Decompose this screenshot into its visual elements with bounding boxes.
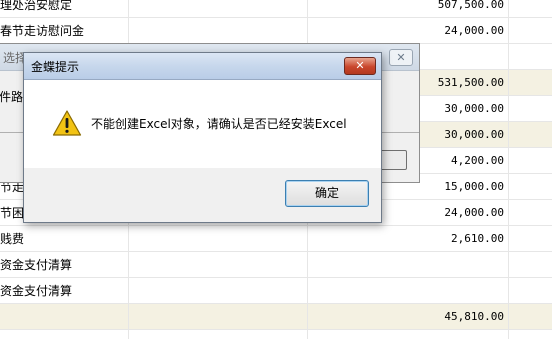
row-amount-cell: 531,500.00: [437, 76, 504, 89]
row-name-cell: 资金支付清算: [0, 284, 73, 298]
row-name-cell: 资金支付清算: [0, 258, 73, 272]
row-amount-cell: 4,200.00: [451, 154, 504, 167]
background-dialog-close-button[interactable]: ✕: [389, 49, 413, 66]
close-button[interactable]: ✕: [344, 57, 376, 75]
row-amount-cell: 30,000.00: [444, 102, 504, 115]
row-name-cell: 理处治安慰定: [0, 0, 73, 12]
message-dialog: 金蝶提示 ✕ 不能创建Excel对象，请确认是否已经安装Excel 确定: [23, 52, 382, 223]
table-row[interactable]: 资金支付清算: [0, 252, 552, 278]
grid-column-divider: [508, 0, 509, 339]
dialog-title: 金蝶提示: [31, 60, 80, 74]
row-amount-cell: 30,000.00: [444, 128, 504, 141]
table-row[interactable]: 理处治安慰定 507,500.00: [0, 0, 552, 18]
row-name-cell: [0, 304, 128, 330]
background-dialog-label: 件路: [0, 90, 24, 104]
ok-button[interactable]: 确定: [285, 180, 369, 207]
row-name-cell: 春节走访慰问金: [0, 24, 85, 38]
message-dialog-footer: 确定: [24, 168, 381, 222]
table-row[interactable]: 资金支付清算: [0, 278, 552, 304]
table-row[interactable]: 45,810.00: [0, 304, 552, 330]
row-name-cell: 贱费: [0, 232, 25, 246]
row-amount-cell: 24,000.00: [444, 24, 504, 37]
warning-icon: [52, 110, 82, 136]
message-dialog-body: 不能创建Excel对象，请确认是否已经安装Excel: [24, 80, 381, 168]
row-amount-cell: 45,810.00: [444, 310, 504, 323]
row-amount-cell: 15,000.00: [444, 180, 504, 193]
table-row[interactable]: 贱费 2,610.00: [0, 226, 552, 252]
table-row[interactable]: 春节走访慰问金 24,000.00: [0, 18, 552, 44]
row-amount-cell: 2,610.00: [451, 232, 504, 245]
row-amount-cell: 507,500.00: [437, 0, 504, 11]
dialog-message: 不能创建Excel对象，请确认是否已经安装Excel: [91, 117, 347, 131]
row-amount-cell: 24,000.00: [444, 206, 504, 219]
message-dialog-titlebar: 金蝶提示 ✕: [24, 53, 381, 80]
